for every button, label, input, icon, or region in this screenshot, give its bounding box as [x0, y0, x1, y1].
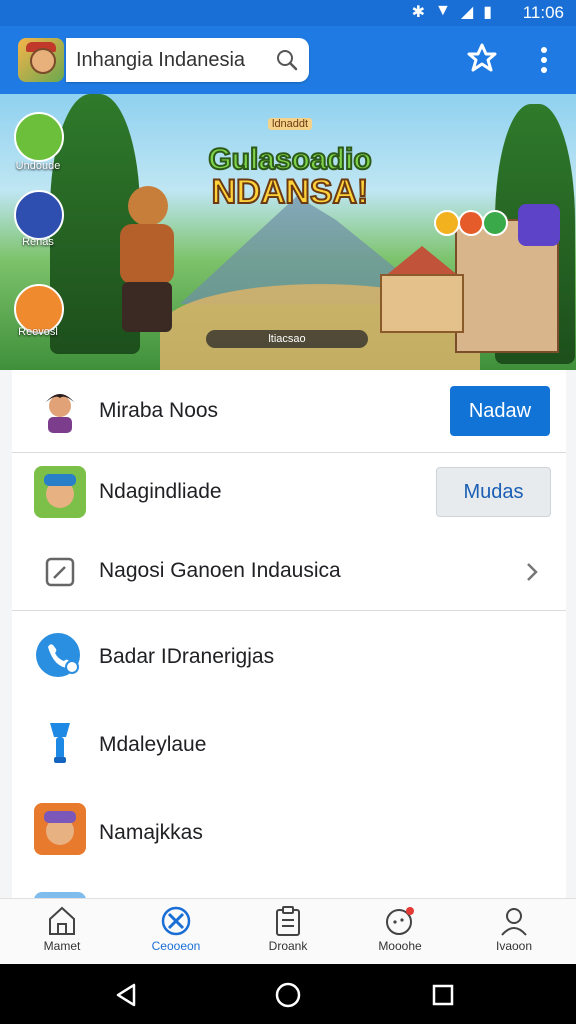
phone-icon — [36, 633, 80, 677]
bluetooth-icon: ✱ — [411, 4, 426, 21]
chevron-right-icon — [527, 563, 538, 581]
clipboard-icon — [276, 906, 300, 936]
edit-icon — [45, 557, 75, 587]
nav-label: Droank — [268, 939, 308, 953]
more-options-icon[interactable] — [532, 42, 556, 78]
status-bar: ✱ ▼ ◢ ▮ 11:06 — [0, 0, 576, 26]
avatar-face — [30, 48, 56, 74]
list-item[interactable]: Miraba Noos Nadaw — [12, 370, 566, 452]
recent-apps-icon[interactable] — [430, 982, 456, 1008]
wifi-icon: ▼ — [435, 2, 451, 19]
mudas-button[interactable]: Mudas — [436, 467, 551, 517]
game-app-icon — [34, 466, 86, 518]
nav-item-chat[interactable]: Mooohe — [352, 905, 448, 953]
app-bar: Inhangia Indanesia — [0, 26, 576, 94]
star-icon[interactable] — [466, 42, 498, 74]
nav-label: Mooohe — [378, 939, 422, 953]
list-item[interactable]: Nagosi Ganoen Indausica — [12, 532, 566, 610]
home-icon — [49, 906, 75, 935]
menu-list: Miraba Noos Nadaw Ndagindliade Mudas Nag… — [12, 370, 566, 900]
nav-item-explore[interactable]: Ceooeon — [128, 905, 224, 953]
house — [380, 274, 464, 333]
search-bar[interactable]: Inhangia Indanesia — [66, 38, 309, 82]
chat-bubble-icon — [386, 907, 414, 935]
nav-label: Ivaoon — [495, 939, 533, 953]
list-item[interactable]: Mdaleylaue — [12, 699, 566, 787]
search-input[interactable]: Inhangia Indanesia — [76, 49, 245, 72]
list-item[interactable]: Namajkkas — [12, 787, 566, 875]
avatar[interactable] — [18, 38, 64, 82]
list-item-label: Namajkkas — [99, 821, 203, 844]
gem-icon — [458, 210, 484, 236]
coin-icon — [434, 210, 460, 236]
game-app-icon — [34, 803, 86, 855]
check-icon — [482, 210, 508, 236]
hero-banner[interactable]: ldnaddt Gulasoadio NDANSA! Undoude Renas… — [0, 94, 576, 370]
nav-label: Ceooeon — [151, 939, 201, 953]
back-icon[interactable] — [114, 982, 140, 1008]
hero-tag: ldnaddt — [268, 118, 313, 130]
signal-icon: ◢ — [460, 4, 474, 21]
bottom-navigation: Mamet Ceooeon Droank Mooohe Ivaoon — [0, 898, 576, 965]
side-label: Undoude — [15, 160, 61, 172]
side-button-undoude[interactable] — [14, 112, 64, 162]
clock: 11:06 — [522, 3, 564, 22]
search-icon[interactable] — [275, 48, 299, 72]
compass-icon — [161, 906, 191, 936]
hero-caption[interactable]: ltiacsao — [206, 330, 368, 348]
brush-icon — [50, 723, 70, 763]
nav-label: Mamet — [43, 939, 81, 953]
hero-title-line1: Gulasoadio — [207, 143, 372, 177]
battery-icon: ▮ — [483, 4, 492, 21]
system-navigation-bar — [0, 964, 576, 1024]
nadaw-button[interactable]: Nadaw — [450, 386, 550, 436]
nav-item-profile[interactable]: Ivaoon — [466, 905, 562, 953]
chat-icon[interactable] — [518, 204, 560, 246]
profile-icon — [501, 908, 527, 936]
list-item[interactable]: Badar IDranerigjas — [12, 611, 566, 699]
list-item-label: Mdaleylaue — [99, 733, 207, 756]
side-label: Reevosl — [18, 326, 58, 338]
status-icons: ✱ ▼ ◢ ▮ — [412, 2, 492, 22]
list-item-label: Ndagindliade — [99, 480, 222, 503]
list-item-label: Badar IDranerigjas — [99, 645, 275, 668]
character-avatar-icon — [46, 394, 74, 433]
list-item[interactable]: Ndagindliade Mudas — [12, 453, 566, 531]
list-item-label: Miraba Noos — [99, 399, 219, 422]
game-character — [100, 186, 190, 336]
list-item-label: Nagosi Ganoen Indausica — [99, 559, 341, 582]
home-circle-icon[interactable] — [274, 981, 302, 1009]
side-label: Renas — [22, 236, 54, 248]
nav-item-clipboard[interactable]: Droank — [240, 905, 336, 953]
side-button-renas[interactable] — [14, 190, 64, 240]
hero-title: Gulasoadio NDANSA! — [200, 143, 380, 211]
hero-title-line2: NDANSA! — [211, 173, 370, 211]
nav-item-home[interactable]: Mamet — [14, 905, 110, 953]
